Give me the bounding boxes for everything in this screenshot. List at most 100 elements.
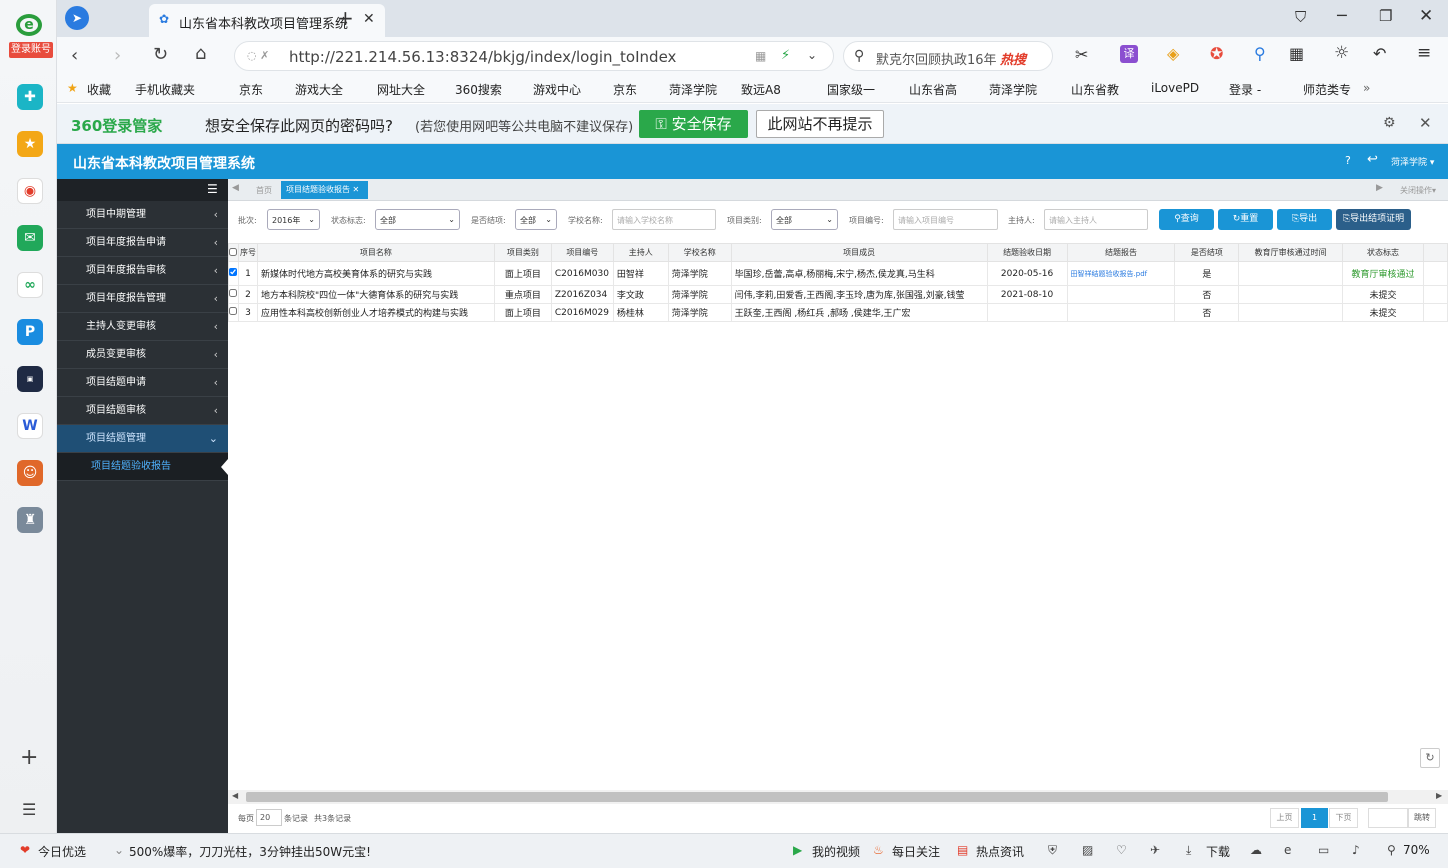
- home-icon[interactable]: ⌂: [195, 43, 206, 64]
- horizontal-scrollbar[interactable]: ◀ ▶: [228, 790, 1448, 804]
- shirt-skin-icon[interactable]: ⛉: [1295, 8, 1306, 26]
- scroll-right-icon[interactable]: ▶: [1376, 183, 1383, 193]
- school-input[interactable]: 请输入学校名称: [612, 209, 716, 230]
- sidebar-item-midterm[interactable]: 项目中期管理 ‹: [57, 201, 228, 229]
- bookmark-item[interactable]: 菏泽学院: [669, 81, 717, 98]
- forward-icon[interactable]: ›: [114, 45, 121, 66]
- star-favorites-icon[interactable]: ★: [17, 131, 43, 157]
- row-checkbox[interactable]: [228, 285, 239, 304]
- tab-close-icon[interactable]: ✕: [363, 11, 375, 27]
- bookmarks-more-icon[interactable]: »: [1363, 81, 1370, 95]
- report-link[interactable]: 田智祥结题验收报告.pdf: [1066, 261, 1176, 286]
- table-row[interactable]: 3 应用性本科高校创新创业人才培养模式的构建与实践 面上项目 C2016M029…: [228, 303, 1448, 322]
- col-header[interactable]: 是否结项: [1174, 243, 1240, 262]
- shield-icon[interactable]: ⛨: [1048, 843, 1057, 858]
- jump-page-input[interactable]: [1368, 808, 1408, 828]
- navigation-icon[interactable]: ➤: [65, 6, 89, 30]
- bookmark-item[interactable]: 360搜索: [455, 81, 502, 98]
- zoom-level[interactable]: 70%: [1403, 843, 1430, 857]
- minimize-icon[interactable]: ─: [1337, 6, 1347, 25]
- sidebar-item-host-change[interactable]: 主持人变更审核 ‹: [57, 313, 228, 341]
- current-page[interactable]: 1: [1301, 808, 1328, 828]
- bookmark-item[interactable]: iLovePD: [1151, 81, 1199, 95]
- col-header[interactable]: 项目名称: [256, 243, 495, 262]
- speed-icon[interactable]: ⚡: [781, 48, 790, 63]
- bookmark-item[interactable]: 京东: [239, 81, 263, 98]
- bookmark-item[interactable]: 京东: [613, 81, 637, 98]
- bookmark-item[interactable]: 游戏中心: [533, 81, 581, 98]
- export-certificate-button[interactable]: ⎘导出结项证明: [1336, 209, 1411, 230]
- qr-icon[interactable]: ▦: [755, 49, 766, 63]
- reload-icon[interactable]: ↻: [153, 44, 168, 65]
- export-button[interactable]: ⎘导出: [1277, 209, 1332, 230]
- bookmark-item[interactable]: 山东省教: [1071, 81, 1119, 98]
- game-app-icon[interactable]: ▣: [17, 366, 43, 392]
- hot-news[interactable]: 热点资讯: [976, 843, 1024, 860]
- image-icon[interactable]: ▨: [1082, 843, 1093, 857]
- hot-search-label[interactable]: 热搜: [1000, 49, 1026, 68]
- per-page-input[interactable]: 20: [256, 809, 282, 826]
- weibo-icon[interactable]: ◉: [17, 178, 43, 204]
- bookmark-item[interactable]: 游戏大全: [295, 81, 343, 98]
- bookmark-item[interactable]: 菏泽学院: [989, 81, 1037, 98]
- sidebar-item-conclude-apply[interactable]: 项目结题申请 ‹: [57, 369, 228, 397]
- row-checkbox[interactable]: [228, 303, 239, 322]
- site-info-icon[interactable]: ◌ ✗: [247, 49, 269, 62]
- scissors-icon[interactable]: ✂: [1075, 45, 1088, 64]
- new-tab-icon[interactable]: +: [337, 6, 354, 30]
- jump-button[interactable]: 跳转: [1408, 808, 1436, 828]
- col-header[interactable]: 结题报告: [1066, 243, 1176, 262]
- sidebar-subitem-acceptance-report[interactable]: 项目结题验收报告: [57, 453, 228, 481]
- report-link[interactable]: [1066, 303, 1176, 322]
- shield-coin-icon[interactable]: ◈: [1167, 44, 1179, 63]
- ad-text[interactable]: 500%爆率，刀刀光柱，3分钟挂出50W元宝!: [129, 843, 371, 860]
- bookmark-item[interactable]: 网址大全: [377, 81, 425, 98]
- game-character-icon[interactable]: ☺: [17, 460, 43, 486]
- scroll-right-arrow-icon[interactable]: ▶: [1436, 791, 1442, 800]
- logout-return-icon[interactable]: ↩: [1367, 152, 1378, 167]
- bookmark-item[interactable]: 国家级一: [827, 81, 875, 98]
- scroll-thumb[interactable]: [246, 792, 1388, 802]
- scroll-left-arrow-icon[interactable]: ◀: [232, 791, 238, 800]
- today-picks[interactable]: 今日优选: [38, 843, 86, 860]
- rocket-icon[interactable]: ✈: [1150, 843, 1160, 857]
- login-account-badge[interactable]: 登录账号: [9, 42, 53, 58]
- download-icon[interactable]: ⤓: [1186, 843, 1191, 858]
- word-doc-icon[interactable]: W: [17, 413, 43, 439]
- col-header[interactable]: 状态标志: [1342, 243, 1424, 262]
- menu-icon[interactable]: ≡: [1417, 43, 1431, 63]
- query-button[interactable]: ⚲查询: [1159, 209, 1214, 230]
- refresh-icon[interactable]: ↻: [1420, 748, 1440, 768]
- sidebar-item-member-change[interactable]: 成员变更审核 ‹: [57, 341, 228, 369]
- sidebar-collapse-icon[interactable]: ☰: [207, 182, 218, 196]
- password-bar-close-icon[interactable]: ✕: [1419, 114, 1432, 132]
- sidebar-item-conclude-manage[interactable]: 项目结题管理 ⌄: [57, 425, 228, 453]
- download-label[interactable]: 下载: [1206, 843, 1230, 860]
- col-header[interactable]: 主持人: [612, 243, 669, 262]
- sidebar-item-annual-manage[interactable]: 项目年度报告管理 ‹: [57, 285, 228, 313]
- col-header[interactable]: 项目类别: [493, 243, 552, 262]
- ie-icon[interactable]: e: [1284, 843, 1291, 857]
- link-app-icon[interactable]: ∞: [17, 272, 43, 298]
- volume-icon[interactable]: ♪: [1352, 843, 1360, 857]
- bookmark-item[interactable]: 收藏: [87, 81, 111, 98]
- sidebar-item-annual-apply[interactable]: 项目年度报告申请 ‹: [57, 229, 228, 257]
- col-header[interactable]: 项目成员: [730, 243, 988, 262]
- window-icon[interactable]: ▭: [1318, 843, 1329, 857]
- add-icon[interactable]: +: [20, 745, 38, 770]
- game-scene-icon[interactable]: ♜: [17, 507, 43, 533]
- tab-home[interactable]: 首页: [256, 185, 272, 196]
- url-dropdown-icon[interactable]: ⌄: [807, 48, 817, 62]
- search-box[interactable]: ⚲ 默克尔回顾执政16年 热搜: [843, 41, 1053, 71]
- tab-acceptance-report[interactable]: 项目结题验收报告 ✕: [281, 181, 368, 199]
- help-icon[interactable]: ?: [1345, 154, 1351, 167]
- next-page-button[interactable]: 下页: [1329, 808, 1358, 828]
- plus-app-icon[interactable]: ✚: [17, 84, 43, 110]
- status-select[interactable]: 全部 ⌄: [375, 209, 460, 230]
- back-icon[interactable]: ‹: [71, 45, 78, 66]
- health-icon[interactable]: ♡: [1116, 843, 1127, 857]
- my-videos[interactable]: 我的视频: [812, 843, 860, 860]
- undo-icon[interactable]: ↶: [1373, 44, 1386, 63]
- sidebar-item-conclude-review[interactable]: 项目结题审核 ‹: [57, 397, 228, 425]
- url-bar[interactable]: ◌ ✗ http://221.214.56.13:8324/bkjg/index…: [234, 41, 834, 71]
